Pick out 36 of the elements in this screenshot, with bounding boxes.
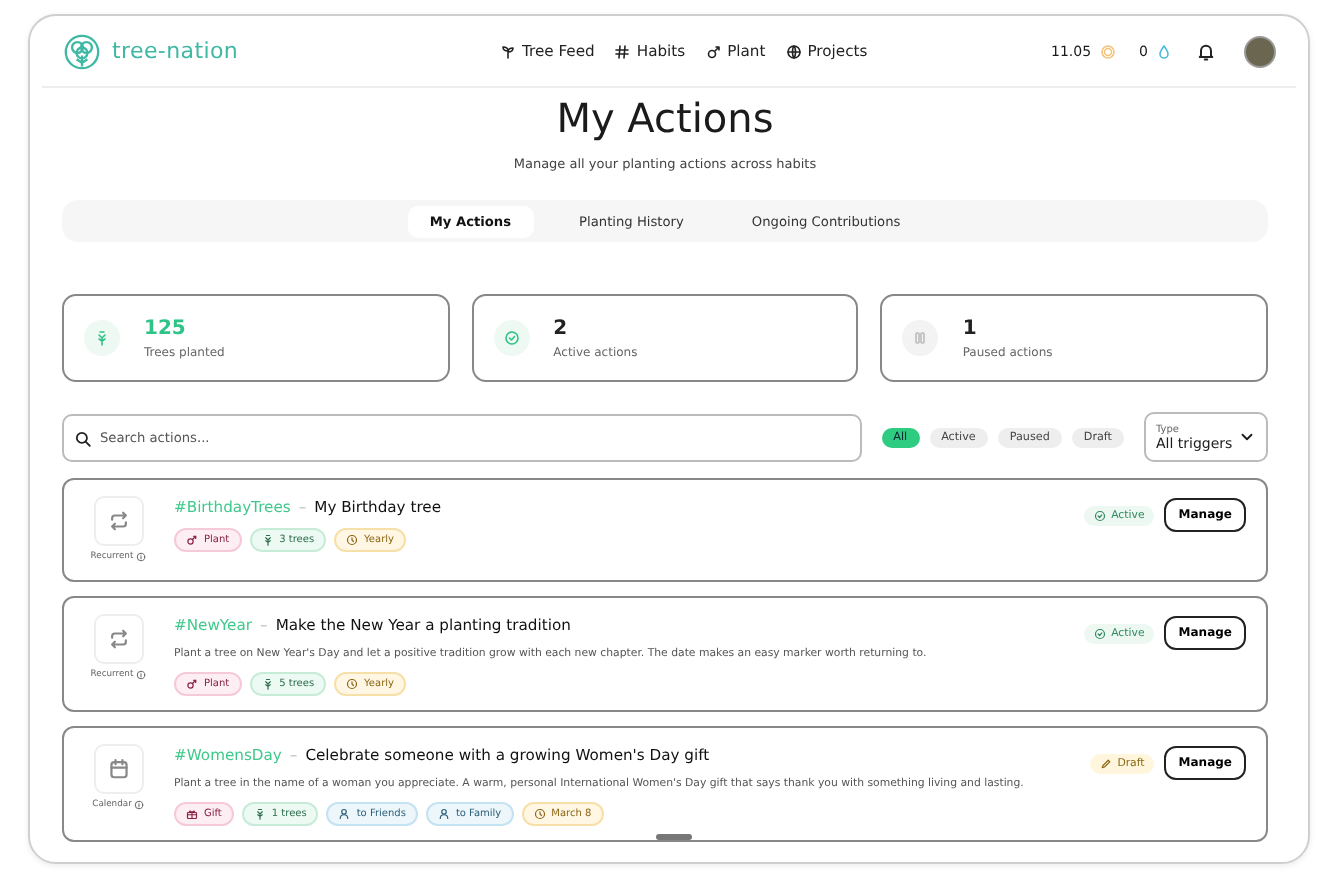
tree-icon — [253, 808, 266, 820]
person-icon — [437, 808, 450, 820]
sprout-icon — [500, 43, 516, 59]
search-icon — [74, 429, 92, 447]
check-circle-icon — [1093, 510, 1106, 522]
tree-icon — [261, 678, 274, 690]
clock-icon — [346, 678, 359, 690]
person-icon — [338, 808, 351, 820]
page-title: My Actions — [554, 92, 776, 144]
pause-icon — [902, 320, 939, 356]
info-icon — [135, 552, 146, 562]
stat-value: 2 — [553, 317, 570, 339]
info-icon — [133, 800, 144, 810]
info-icon — [135, 670, 146, 680]
repeat-icon — [93, 614, 143, 664]
clock-icon — [533, 808, 546, 820]
globe-icon — [785, 43, 802, 59]
stat-value: 125 — [144, 317, 188, 339]
chevron-icon — [1238, 428, 1256, 446]
avatar[interactable] — [1244, 35, 1276, 67]
notification-icon[interactable] — [1196, 41, 1216, 61]
tree-logo-icon — [64, 33, 100, 69]
calendar-icon — [93, 744, 143, 794]
drag-handle[interactable] — [656, 834, 692, 840]
clock-icon — [346, 534, 359, 546]
tree-icon — [84, 320, 120, 356]
gift-icon — [186, 808, 198, 820]
coin-icon — [1099, 43, 1116, 59]
pencil-icon — [1099, 758, 1112, 770]
hash-icon — [614, 43, 631, 59]
check-circle-icon — [493, 320, 530, 356]
check-circle-icon — [1093, 628, 1106, 640]
tree-icon — [261, 534, 274, 546]
stat-value: 1 — [962, 317, 979, 339]
repeat-icon — [93, 496, 143, 546]
drop-icon — [1156, 43, 1172, 59]
